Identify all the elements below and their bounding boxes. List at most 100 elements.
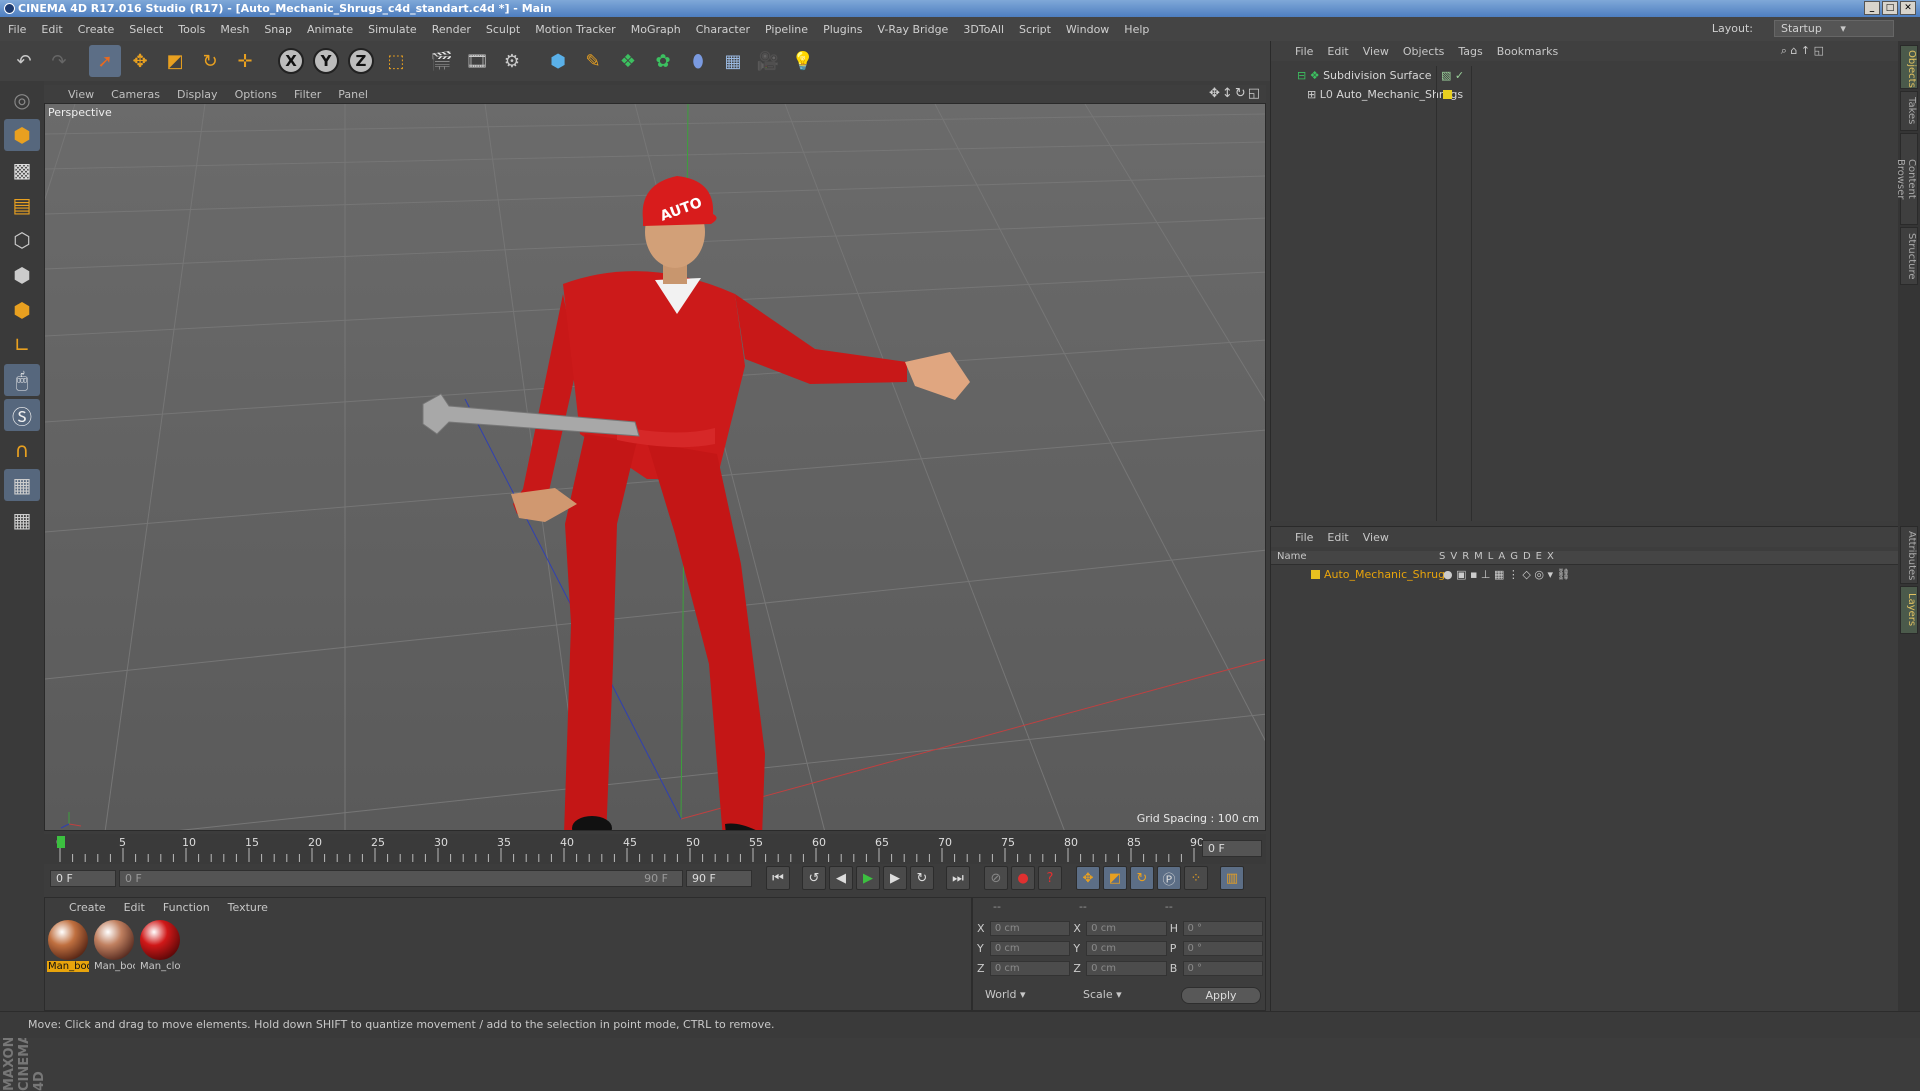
pos-y-field[interactable]: 0 cm xyxy=(989,941,1071,956)
key-rotation-icon[interactable]: ↻ xyxy=(1130,866,1154,890)
menu-plugins[interactable]: Plugins xyxy=(823,23,862,36)
rot-h-field[interactable]: 0 ° xyxy=(1182,921,1264,936)
undo-icon[interactable]: ↶ xyxy=(8,45,40,77)
viewport-menu-view[interactable]: View xyxy=(68,88,94,101)
x-axis-lock-icon[interactable]: X xyxy=(275,45,307,77)
prev-frame-icon[interactable]: ◀ xyxy=(829,866,853,890)
material-menu-texture[interactable]: Texture xyxy=(228,901,268,914)
object-menu-file[interactable]: File xyxy=(1295,45,1313,58)
menu-snap[interactable]: Snap xyxy=(264,23,292,36)
menu-character[interactable]: Character xyxy=(696,23,750,36)
axis-mode-icon[interactable]: ∟ xyxy=(4,329,40,361)
points-mode-icon[interactable]: ⬡ xyxy=(4,224,40,256)
size-mode-select[interactable]: Scale ▾ xyxy=(1083,988,1163,1001)
coordinate-space-select[interactable]: World ▾ xyxy=(985,988,1065,1001)
goto-start-icon[interactable]: ⏮ xyxy=(766,866,790,890)
timeline-window-icon[interactable]: ▥ xyxy=(1220,866,1244,890)
make-editable-icon[interactable]: ◎ xyxy=(4,84,40,116)
magnet-icon[interactable]: ∩ xyxy=(4,434,40,466)
menu-vray-bridge[interactable]: V-Ray Bridge xyxy=(877,23,948,36)
material-menu-create[interactable]: Create xyxy=(69,901,106,914)
render-picture-viewer-icon[interactable]: 🎞 xyxy=(461,45,493,77)
close-button[interactable]: ✕ xyxy=(1900,1,1916,15)
camera-icon[interactable]: 🎥 xyxy=(752,45,784,77)
viewport-menu-display[interactable]: Display xyxy=(177,88,218,101)
last-tool-icon[interactable]: ✛ xyxy=(229,45,261,77)
maximize-button[interactable]: □ xyxy=(1882,1,1898,15)
end-frame-field[interactable]: 90 F xyxy=(686,869,752,887)
workplane-mode-icon[interactable]: ▤ xyxy=(4,189,40,221)
layer-menu-file[interactable]: File xyxy=(1295,531,1313,544)
scale-icon[interactable]: ◩ xyxy=(159,45,191,77)
next-frame-icon[interactable]: ▶ xyxy=(883,866,907,890)
preview-range-slider[interactable]: 0 F 90 F xyxy=(119,869,683,887)
material-menu-edit[interactable]: Edit xyxy=(124,901,145,914)
menu-create[interactable]: Create xyxy=(78,23,115,36)
object-menu-objects[interactable]: Objects xyxy=(1403,45,1445,58)
rotate-icon[interactable]: ↻ xyxy=(194,45,226,77)
menu-script[interactable]: Script xyxy=(1019,23,1051,36)
polygons-mode-icon[interactable]: ⬢ xyxy=(4,294,40,326)
pos-x-field[interactable]: 0 cm xyxy=(989,921,1071,936)
cube-primitive-icon[interactable]: ⬢ xyxy=(542,45,574,77)
rot-p-field[interactable]: 0 ° xyxy=(1182,941,1264,956)
key-parameter-icon[interactable]: Ⓟ xyxy=(1157,866,1181,890)
menu-sculpt[interactable]: Sculpt xyxy=(486,23,520,36)
menu-window[interactable]: Window xyxy=(1066,23,1109,36)
y-axis-lock-icon[interactable]: Y xyxy=(310,45,342,77)
prev-key-icon[interactable]: ↺ xyxy=(802,866,826,890)
material-swatch[interactable]: Man_boc xyxy=(93,920,135,972)
deformer-icon[interactable]: ⬮ xyxy=(682,45,714,77)
coordinate-system-icon[interactable]: ⬚ xyxy=(380,45,412,77)
menu-edit[interactable]: Edit xyxy=(41,23,62,36)
object-row[interactable]: ⊞ L0 Auto_Mechanic_Shrugs xyxy=(1271,85,1899,104)
menu-render[interactable]: Render xyxy=(432,23,471,36)
layer-row[interactable]: Auto_Mechanic_Shrugs ● ▣ ▪ ⊥ ▦ ⋮ ◇ ◎ ▾ ⛓ xyxy=(1271,566,1899,583)
key-scale-icon[interactable]: ◩ xyxy=(1103,866,1127,890)
material-swatch[interactable]: Man_bod xyxy=(47,920,89,972)
menu-file[interactable]: File xyxy=(8,23,26,36)
menu-tools[interactable]: Tools xyxy=(178,23,205,36)
menu-mesh[interactable]: Mesh xyxy=(220,23,249,36)
z-axis-lock-icon[interactable]: Z xyxy=(345,45,377,77)
pen-spline-icon[interactable]: ✎ xyxy=(577,45,609,77)
cloner-icon[interactable]: ✿ xyxy=(647,45,679,77)
auto-keying-icon[interactable]: ● xyxy=(1011,866,1035,890)
record-keys-icon[interactable]: ⊘ xyxy=(984,866,1008,890)
layer-menu-edit[interactable]: Edit xyxy=(1327,531,1348,544)
tab-content-browser[interactable]: Content Browser xyxy=(1895,133,1918,225)
workplane-lock-icon[interactable]: ▦ xyxy=(4,469,40,501)
rot-b-field[interactable]: 0 ° xyxy=(1182,961,1264,976)
keyframe-selection-icon[interactable]: ? xyxy=(1038,866,1062,890)
start-frame-field[interactable]: 0 F xyxy=(50,869,116,887)
search-icon[interactable]: ⌕ ⌂ ↑ ◱ xyxy=(1781,44,1824,58)
key-pla-icon[interactable]: ⁘ xyxy=(1184,866,1208,890)
render-settings-icon[interactable]: ⚙ xyxy=(496,45,528,77)
tab-objects[interactable]: Objects xyxy=(1900,45,1918,89)
viewport-menu-filter[interactable]: Filter xyxy=(294,88,321,101)
tab-takes[interactable]: Takes xyxy=(1900,91,1918,131)
tweak-mode-icon[interactable]: 🖱 xyxy=(4,364,40,396)
render-view-icon[interactable]: 🎬 xyxy=(426,45,458,77)
layout-select[interactable]: Startup ▾ xyxy=(1774,20,1894,37)
perspective-viewport[interactable]: AUTO Perspective Grid Spacing : 100 cm xyxy=(44,103,1266,831)
layer-menu-view[interactable]: View xyxy=(1363,531,1389,544)
viewport-navigation-icons[interactable]: ✥↕↻◱ xyxy=(1209,86,1262,101)
object-menu-tags[interactable]: Tags xyxy=(1458,45,1482,58)
menu-simulate[interactable]: Simulate xyxy=(368,23,417,36)
object-row[interactable]: ⊟ ❖ Subdivision Surface ▧ ✓ xyxy=(1271,66,1899,85)
floor-icon[interactable]: ▦ xyxy=(717,45,749,77)
layer-toggle-icons[interactable]: ● ▣ ▪ ⊥ ▦ ⋮ ◇ ◎ ▾ ⛓ xyxy=(1443,566,1570,583)
material-menu-function[interactable]: Function xyxy=(163,901,210,914)
apply-button[interactable]: Apply xyxy=(1181,987,1261,1004)
model-mode-icon[interactable]: ⬢ xyxy=(4,119,40,151)
next-key-icon[interactable]: ↻ xyxy=(910,866,934,890)
size-y-field[interactable]: 0 cm xyxy=(1086,941,1167,956)
minimize-button[interactable]: _ xyxy=(1864,1,1880,15)
viewport-menu-panel[interactable]: Panel xyxy=(338,88,368,101)
move-icon[interactable]: ✥ xyxy=(124,45,156,77)
redo-icon[interactable]: ↷ xyxy=(43,45,75,77)
tab-structure[interactable]: Structure xyxy=(1900,227,1918,285)
tab-layers[interactable]: Layers xyxy=(1900,586,1918,634)
playhead-marker[interactable] xyxy=(57,836,65,848)
